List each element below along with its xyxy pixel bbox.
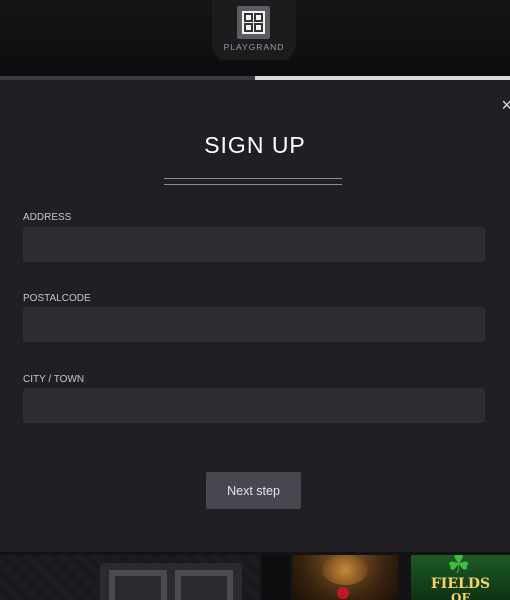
close-icon[interactable]: × bbox=[501, 96, 510, 114]
game-tiles-strip: ☘ FIELDS OF bbox=[0, 552, 510, 600]
game-tile-roulette[interactable] bbox=[292, 555, 398, 600]
logo-text: PLAYGRAND bbox=[223, 42, 285, 52]
roulette-wheel-icon bbox=[322, 555, 368, 585]
playgrand-logo-icon bbox=[237, 6, 270, 39]
game-tile-playgrand[interactable] bbox=[0, 555, 260, 600]
page: PLAYGRAND × SIGN UP ADDRESS POSTALCODE C… bbox=[0, 0, 510, 600]
game-tile-subtitle: OF bbox=[451, 591, 470, 600]
address-input[interactable] bbox=[23, 227, 485, 262]
address-label: ADDRESS bbox=[23, 212, 72, 223]
signup-modal: × SIGN UP ADDRESS POSTALCODE CITY / TOWN… bbox=[0, 80, 510, 552]
roulette-ball-icon bbox=[337, 587, 349, 599]
clover-icon: ☘ bbox=[447, 555, 471, 579]
next-step-button[interactable]: Next step bbox=[206, 472, 301, 509]
site-header: PLAYGRAND bbox=[0, 0, 510, 62]
game-tile-fields-of[interactable]: ☘ FIELDS OF bbox=[411, 555, 510, 600]
site-logo[interactable]: PLAYGRAND bbox=[212, 0, 296, 60]
tile-divider bbox=[262, 555, 290, 600]
game-tile-title: FIELDS bbox=[430, 576, 491, 592]
modal-title: SIGN UP bbox=[204, 132, 306, 158]
postalcode-input[interactable] bbox=[23, 307, 485, 342]
title-divider bbox=[164, 178, 342, 185]
city-town-input[interactable] bbox=[23, 388, 485, 423]
city-town-label: CITY / TOWN bbox=[23, 374, 85, 385]
playgrand-tile-logo-icon bbox=[100, 563, 242, 600]
postalcode-label: POSTALCODE bbox=[23, 293, 91, 304]
